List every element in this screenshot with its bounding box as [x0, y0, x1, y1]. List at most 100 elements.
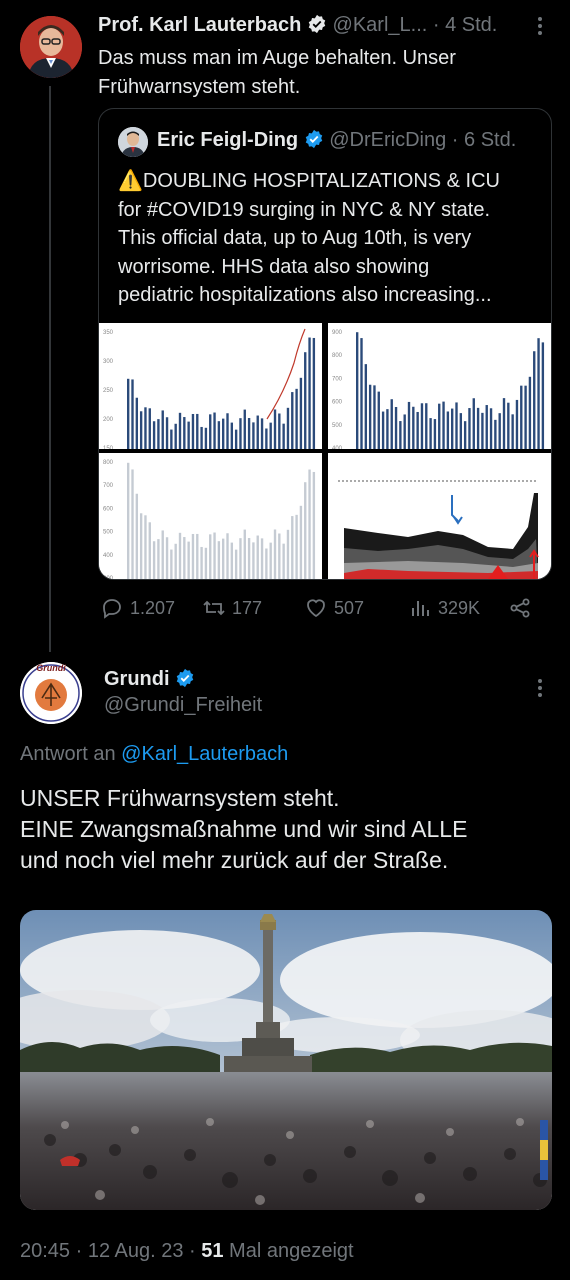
- verified-badge-icon: [175, 668, 195, 688]
- chart-bar: [451, 408, 454, 449]
- chart-bar: [286, 407, 290, 449]
- reply-icon: [103, 599, 121, 619]
- chart-bar: [170, 549, 173, 579]
- reply-author-handle[interactable]: @Grundi_Freiheit: [104, 694, 262, 717]
- chart-tick-label: 300: [103, 359, 114, 365]
- chart-bar: [256, 535, 259, 579]
- replying-to-handle-link[interactable]: @Karl_Lauterbach: [121, 743, 288, 765]
- chart-bar: [165, 537, 169, 579]
- tweet1-time[interactable]: · 4 Std.: [433, 14, 497, 36]
- views-action[interactable]: 329K: [408, 596, 480, 620]
- chart-bar: [390, 399, 393, 449]
- reply-view-label: Mal angezeigt: [223, 1240, 354, 1262]
- retweet-action[interactable]: 177: [202, 596, 262, 620]
- reply-text-line: und noch viel mehr zurück auf der Straße…: [20, 847, 449, 873]
- chart-bar: [533, 351, 536, 449]
- chart-bar: [230, 422, 234, 449]
- chart-bar: [260, 538, 264, 579]
- reply-more-icon[interactable]: [534, 676, 546, 700]
- chart-bar: [481, 412, 484, 449]
- tweet1-handle[interactable]: @Karl_L...: [333, 14, 428, 36]
- quote-text-line: for #COVID19 surging in NYC & NY state.: [118, 198, 491, 221]
- like-action[interactable]: 507: [304, 596, 364, 620]
- chart-bar: [239, 538, 242, 579]
- tweet1-author-name[interactable]: Prof. Karl Lauterbach: [98, 14, 301, 36]
- hospitalization-chart-1[interactable]: 350 300 250 200 150: [99, 323, 322, 449]
- chart-bar: [234, 549, 238, 579]
- chart-bar: [502, 398, 506, 449]
- chart-bar: [273, 409, 277, 449]
- chart-tick-label: 400: [103, 553, 114, 559]
- chart-bar: [265, 548, 268, 579]
- chart-bar: [308, 469, 311, 579]
- quote-text: ⚠️DOUBLING HOSPITALIZATIONS & ICU for #C…: [118, 167, 548, 310]
- quoted-tweet-card[interactable]: Eric Feigl-Ding @DrEricDing · 6 Std. ⚠️D…: [98, 108, 552, 580]
- chart-bar: [131, 379, 134, 449]
- views-chart-icon: [412, 601, 429, 616]
- chart-bar: [135, 493, 139, 579]
- chart-tick-label: 350: [103, 330, 114, 336]
- chart-bar: [399, 421, 402, 449]
- chart-bar: [299, 377, 303, 449]
- chart-bar: [256, 415, 259, 449]
- tweet1-text-line: Das muss man im Auge behalten. Unser: [98, 47, 456, 69]
- lauterbach-avatar[interactable]: [20, 16, 82, 78]
- icu-area-chart[interactable]: [328, 453, 551, 579]
- chart-bar: [269, 542, 272, 579]
- chart-bar: [243, 529, 246, 579]
- chart-bar: [178, 412, 182, 449]
- chart-bar: [295, 514, 298, 579]
- chart-bar: [161, 410, 164, 449]
- share-action[interactable]: [508, 596, 532, 620]
- quote-author-name: Eric Feigl-Ding: [157, 129, 299, 151]
- chart-bar: [183, 537, 186, 579]
- chart-bar: [507, 402, 510, 449]
- chart-bar: [187, 541, 190, 579]
- reply-photo-crowd[interactable]: [20, 910, 552, 1210]
- thread-connector-line: [49, 86, 51, 652]
- chart-bar: [403, 414, 406, 449]
- chart-bar: [174, 543, 177, 579]
- reply-action[interactable]: 1.207: [100, 596, 175, 620]
- chart-bar: [541, 342, 545, 449]
- chart-bar: [269, 422, 272, 449]
- tweet1-text-line: Frühwarnsystem steht.: [98, 76, 301, 98]
- tweet1-action-bar: 1.207 177 507 329K: [0, 596, 570, 626]
- chart-bar: [191, 413, 195, 449]
- reply-timestamp[interactable]: 20:45 · 12 Aug. 23 ·: [20, 1240, 201, 1262]
- chart-bar: [312, 471, 316, 579]
- feigl-ding-avatar: [118, 127, 148, 157]
- quote-text-line: ⚠️DOUBLING HOSPITALIZATIONS & ICU: [118, 170, 500, 192]
- chart-bar: [178, 532, 182, 579]
- share-icon: [510, 598, 530, 618]
- reply-view-count: 51: [201, 1240, 224, 1262]
- chart-bar: [520, 385, 523, 449]
- chart-bar: [127, 378, 130, 449]
- chart-bar: [239, 418, 242, 449]
- chart-bar: [463, 421, 467, 449]
- chart-bar: [425, 403, 428, 449]
- tweet1-text: Das muss man im Auge behalten. Unser Frü…: [98, 44, 538, 102]
- chart-bar: [312, 337, 316, 449]
- chart-bar: [252, 422, 255, 449]
- tweet1-more-icon[interactable]: [534, 14, 546, 38]
- hospitalization-chart-3[interactable]: 800 700 600 500 400 300: [99, 453, 322, 579]
- chart-bar: [459, 413, 463, 449]
- chart-tick-label: 800: [103, 460, 114, 466]
- grundi-avatar-label: Grundi: [36, 663, 66, 673]
- chart-bar: [152, 541, 156, 579]
- retweet-icon: [203, 600, 225, 616]
- heart-icon: [307, 599, 325, 618]
- reply-footer-meta: 20:45 · 12 Aug. 23 · 51 Mal angezeigt: [20, 1240, 354, 1263]
- reply-author-name-text[interactable]: Grundi: [104, 668, 170, 690]
- quote-media-grid[interactable]: 350 300 250 200 150 900 800 700 600 500 400 800 70…: [99, 323, 551, 579]
- chart-bar: [282, 543, 285, 579]
- chart-bar: [304, 482, 307, 579]
- chart-bar: [286, 529, 290, 579]
- chart-bar: [243, 409, 246, 449]
- chart-bar: [174, 423, 177, 449]
- chart-bar: [170, 429, 173, 449]
- hospitalization-chart-2[interactable]: 900 800 700 600 500 400: [328, 323, 551, 449]
- chart-bar: [252, 542, 255, 579]
- views-count: 329K: [438, 597, 481, 618]
